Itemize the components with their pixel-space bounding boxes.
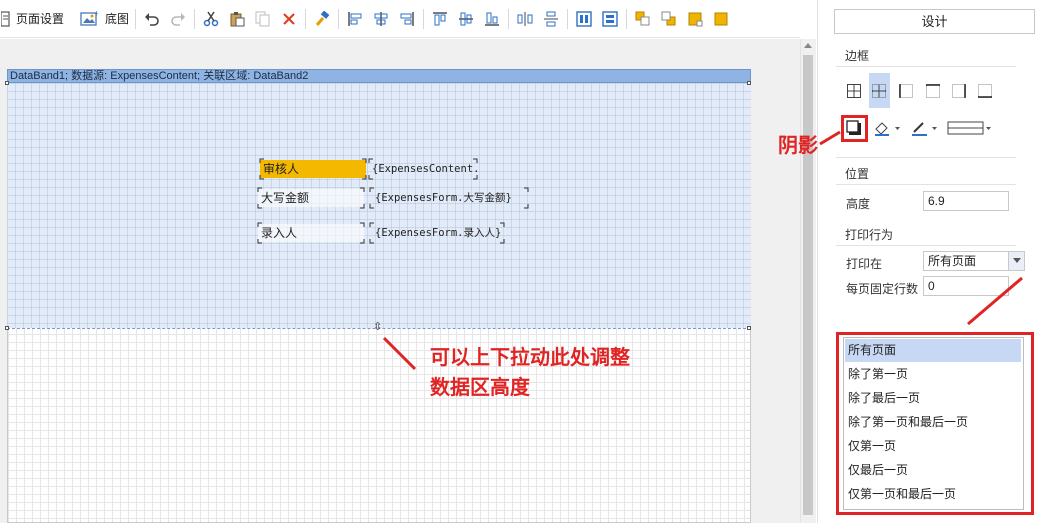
height-input[interactable]: 6.9 (923, 191, 1009, 211)
annotation-resize-line1: 可以上下拉动此处调整 (430, 345, 630, 369)
print-on-label: 打印在 (846, 257, 883, 271)
annotation-arrow (382, 336, 417, 371)
height-label: 高度 (846, 197, 871, 211)
dropdown-option-all-pages[interactable]: 所有页面 (845, 339, 1021, 362)
section-divider (836, 66, 1016, 67)
section-divider (836, 184, 1016, 185)
position-section-title: 位置 (845, 167, 870, 181)
fill-color-icon[interactable] (873, 119, 903, 137)
line-style-icon[interactable] (947, 119, 993, 137)
section-divider (836, 245, 1016, 246)
dropdown-option-last-only[interactable]: 仅最后一页 (845, 459, 1021, 482)
print-behavior-section-title: 打印行为 (845, 228, 894, 242)
chevron-down-icon[interactable] (1008, 252, 1024, 270)
shadow-icon[interactable] (845, 119, 863, 137)
all-borders-icon[interactable] (845, 82, 863, 100)
annotation-resize-line2: 数据区高度 (430, 375, 530, 399)
border-section-title: 边框 (845, 49, 870, 63)
dropdown-option-except-last[interactable]: 除了最后一页 (845, 387, 1021, 410)
dropdown-option-except-first[interactable]: 除了第一页 (845, 363, 1021, 386)
dropdown-option-first-only[interactable]: 仅第一页 (845, 435, 1021, 458)
shadow-annotation-arrow (819, 130, 841, 146)
dropdown-annotation-arrow (967, 276, 1023, 326)
line-color-icon[interactable] (910, 119, 940, 137)
section-divider (836, 157, 1016, 158)
dropdown-option-first-last-only[interactable]: 仅第一页和最后一页 (845, 483, 1021, 506)
dropdown-option-except-first-last[interactable]: 除了第一页和最后一页 (845, 411, 1021, 434)
scrollbar-thumb[interactable] (803, 55, 813, 515)
right-border-icon[interactable] (950, 82, 968, 100)
scroll-up-icon[interactable] (804, 43, 812, 48)
fixed-rows-label: 每页固定行数 (846, 282, 919, 296)
bottom-border-icon[interactable] (976, 82, 994, 100)
design-button[interactable]: 设计 (834, 9, 1035, 34)
top-border-icon[interactable] (924, 82, 942, 100)
inner-borders-icon[interactable] (870, 82, 888, 100)
left-border-icon[interactable] (897, 82, 915, 100)
field-corner-marks (257, 158, 529, 371)
